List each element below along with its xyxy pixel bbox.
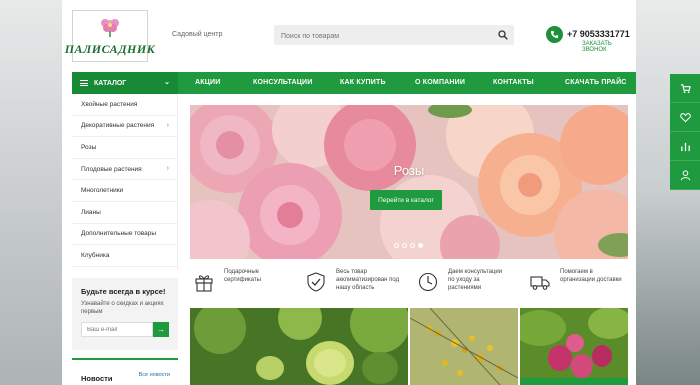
roses-image (190, 105, 628, 259)
background-left (0, 0, 62, 385)
conifer-image (190, 308, 408, 385)
slider-dot[interactable] (410, 243, 415, 248)
gift-icon (195, 275, 213, 292)
news-title: Новости (81, 374, 113, 383)
sidebar-item-lianas[interactable]: Лианы (72, 202, 177, 224)
arrow-right-icon: → (157, 325, 165, 334)
feature-acclimatized: Весь товар акклиматизирован под нашу обл… (306, 268, 402, 292)
chevron-right-icon: › (166, 164, 169, 172)
truck-icon (530, 276, 550, 290)
sidebar-item-decorative[interactable]: Декоративные растения › (72, 116, 177, 138)
subscribe-form: → (81, 322, 169, 337)
logo-text: ПАЛИСАДНИК (64, 42, 156, 56)
nav-item-price[interactable]: СКАЧАТЬ ПРАЙС (565, 72, 627, 94)
feature-text: Подарочные сертификаты (224, 269, 261, 283)
nav-item-about[interactable]: О КОМПАНИИ (415, 72, 465, 94)
page: ПАЛИСАДНИК Садовый центр +7 9053331771 З… (62, 0, 636, 385)
sidebar-item-label: Плодовые растения (81, 165, 142, 173)
sidebar-item-label: Многолетники (81, 187, 124, 195)
nav-item-how-to-buy[interactable]: КАК КУПИТЬ (340, 72, 386, 94)
main-nav: КАТАЛОГ ⌄ АКЦИИ КОНСУЛЬТАЦИИ КАК КУПИТЬ … (72, 72, 636, 94)
sidebar-item-label: Клубника (81, 251, 110, 259)
background-right (636, 0, 700, 385)
phone-icon (546, 26, 563, 43)
sidebar-item-extra[interactable]: Дополнительные товары (72, 224, 177, 246)
nav-item-consult[interactable]: КОНСУЛЬТАЦИИ (253, 72, 313, 94)
search-input[interactable] (274, 26, 484, 47)
banner-title: Розы (393, 163, 425, 178)
hero-banner: Розы Перейти в каталог (190, 105, 628, 259)
right-action-bar (670, 74, 700, 190)
berries-image (520, 308, 628, 385)
slider-dots (394, 243, 423, 248)
menu-icon (80, 80, 88, 86)
sidebar-item-label: Декоративные растения (81, 122, 155, 130)
search-icon[interactable] (498, 30, 508, 40)
chevron-down-icon: ⌄ (164, 79, 170, 86)
sidebar-item-label: Хвойные растения (81, 100, 138, 108)
sidebar-item-fruit[interactable]: Плодовые растения › (72, 159, 177, 181)
category-tile-decorative[interactable] (410, 308, 518, 385)
catalog-button[interactable]: КАТАЛОГ ⌄ (72, 72, 178, 94)
all-news-link[interactable]: Все новости (139, 372, 170, 378)
subscribe-button[interactable]: → (153, 322, 169, 337)
shield-check-icon (307, 272, 325, 292)
compare-button[interactable] (670, 132, 700, 161)
sidebar-item-label: Розы (81, 143, 97, 151)
compare-icon (680, 142, 690, 151)
subscribe-title: Будьте всегда в курсе! (81, 287, 166, 296)
subscribe-box: Будьте всегда в курсе! Узнавайте о скидк… (72, 278, 178, 350)
slider-dot[interactable] (402, 243, 407, 248)
logo[interactable]: ПАЛИСАДНИК (65, 10, 155, 62)
cart-icon (680, 83, 691, 93)
news-section: Новости Все новости (72, 358, 178, 385)
account-button[interactable] (670, 161, 700, 190)
sidebar-item-strawberry[interactable]: Клубника (72, 245, 177, 267)
catalog-label: КАТАЛОГ (94, 79, 127, 87)
go-to-catalog-button[interactable]: Перейти в каталог (370, 190, 442, 210)
callback-link[interactable]: ЗАКАЗАТЬ ЗВОНОК (582, 41, 636, 53)
feature-gift: Подарочные сертификаты (194, 268, 274, 292)
tagline: Садовый центр (172, 31, 223, 38)
feature-text: Весь товар акклиматизирован под нашу обл… (336, 269, 400, 291)
yellow-flowers-image (410, 308, 518, 385)
sidebar-item-roses[interactable]: Розы (72, 137, 177, 159)
cart-button[interactable] (670, 74, 700, 103)
flower-logo-icon (101, 19, 119, 37)
category-tile-fruit[interactable] (520, 308, 628, 385)
sidebar-item-label: Лианы (81, 208, 101, 216)
chevron-right-icon: › (166, 121, 169, 129)
sidebar-menu: Хвойные растения Декоративные растения › … (72, 94, 178, 270)
phone-number[interactable]: +7 9053331771 (567, 29, 630, 39)
feature-delivery: Помогаем в организации доставки (530, 268, 624, 292)
slider-dot-active[interactable] (418, 243, 423, 248)
category-tile-conifers[interactable] (190, 308, 408, 385)
favorites-button[interactable] (670, 103, 700, 132)
nav-item-promo[interactable]: АКЦИИ (195, 72, 221, 94)
clock-icon (418, 272, 438, 292)
sidebar-item-conifers[interactable]: Хвойные растения (72, 94, 177, 116)
sidebar-item-label: Дополнительные товары (81, 230, 157, 238)
slider-dot[interactable] (394, 243, 399, 248)
heart-icon (679, 112, 691, 122)
user-icon (680, 169, 690, 180)
subscribe-text: Узнавайте о скидках и акциях первым (81, 301, 164, 315)
feature-text: Помогаем в организации доставки (560, 269, 622, 283)
nav-item-contacts[interactable]: КОНТАКТЫ (493, 72, 534, 94)
feature-consult: Даем консультации по уходу за растениями (418, 268, 510, 292)
search-box (274, 25, 514, 47)
email-field[interactable] (81, 322, 153, 337)
sidebar-item-perennials[interactable]: Многолетники (72, 180, 177, 202)
feature-text: Даем консультации по уходу за растениями (448, 269, 503, 291)
